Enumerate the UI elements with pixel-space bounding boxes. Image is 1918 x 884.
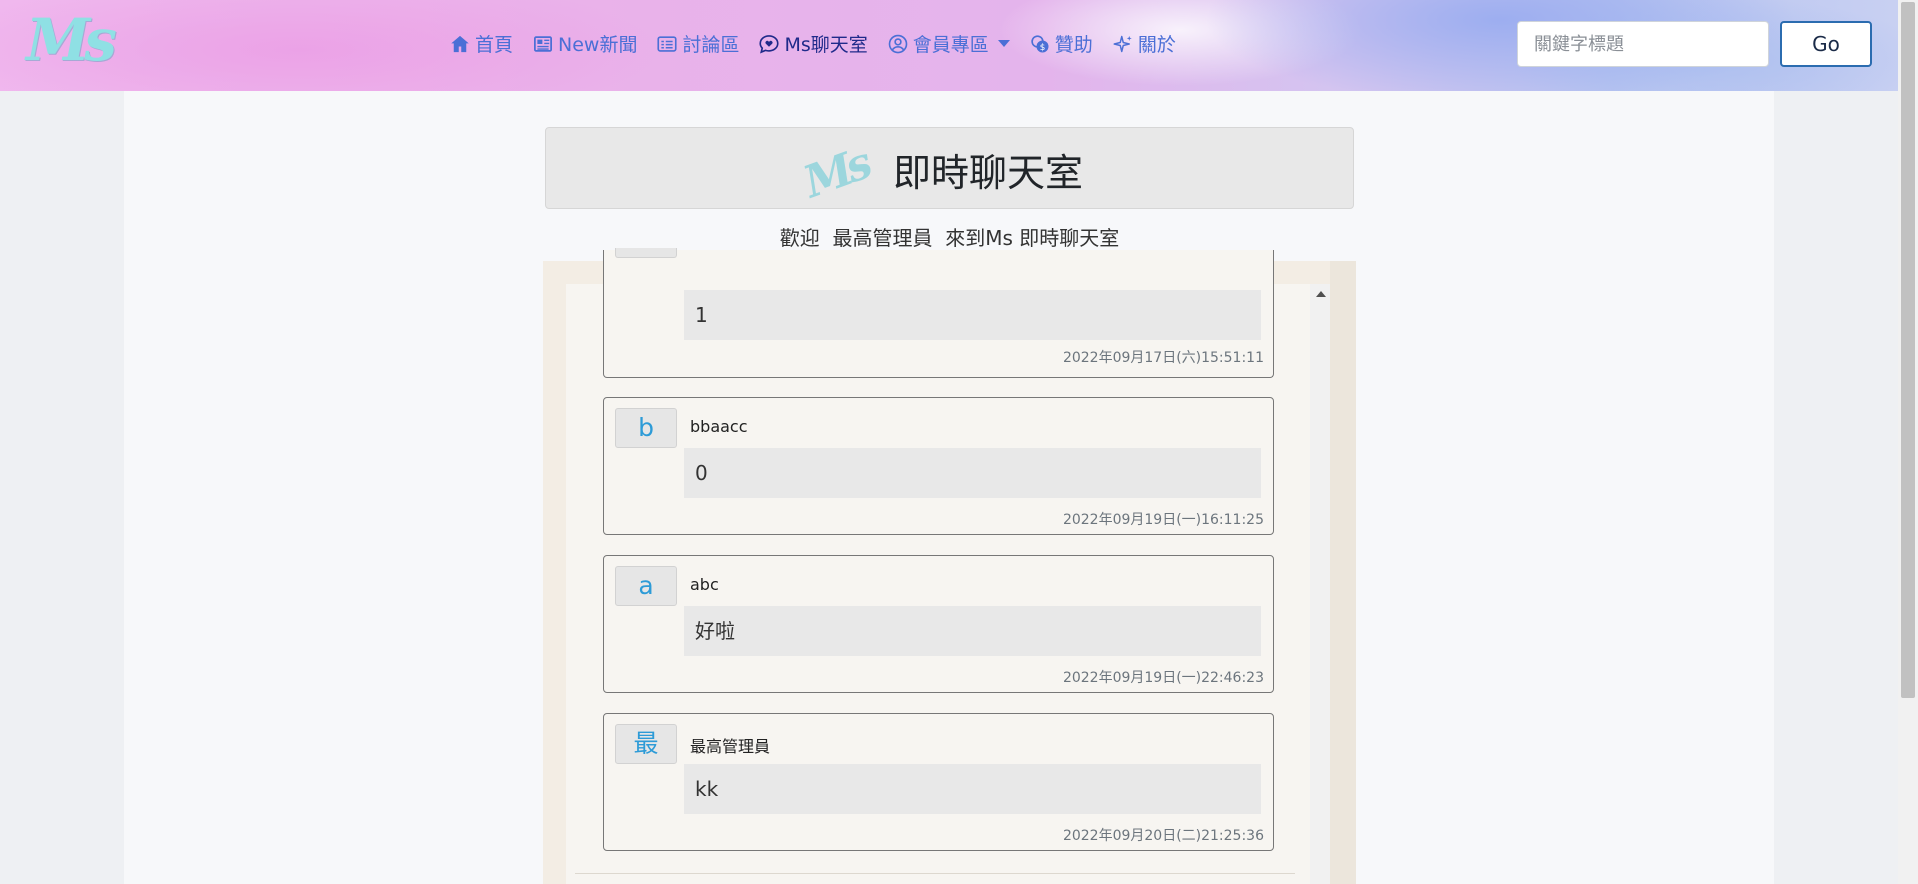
page-title: 即時聊天室 xyxy=(893,151,1084,195)
welcome-text: 歡迎 最高管理員 來到Ms 即時聊天室 xyxy=(779,226,1120,250)
nav-item-news[interactable]: New新聞 xyxy=(533,30,637,57)
message-timestamp: 2022年09月19日(一)22:46:23 xyxy=(1062,670,1264,686)
message-body: kk xyxy=(684,764,1261,814)
message-body: 好啦 xyxy=(684,606,1261,656)
search-input[interactable] xyxy=(1517,21,1769,67)
nav-item-home[interactable]: 首頁 xyxy=(450,30,513,57)
newspaper-icon xyxy=(534,35,553,52)
nav-item-label: 討論區 xyxy=(682,34,740,56)
message-timestamp: 2022年09月17日(六)15:51:11 xyxy=(1062,350,1264,366)
nav-links: 首頁 New新聞 討論區 Ms聊天室 會員專區 $ 贊助 關於 xyxy=(450,30,1196,57)
chat-frame-wall xyxy=(1330,261,1356,884)
chat-message: b bbaacc 0 2022年09月19日(一)16:11:25 xyxy=(603,397,1274,535)
avatar: b xyxy=(615,408,677,448)
page-scrollbar-thumb[interactable] xyxy=(1901,2,1915,698)
chat-message: 1 2022年09月17日(六)15:51:11 xyxy=(603,248,1274,378)
nav-item-label: Ms聊天室 xyxy=(784,34,868,56)
chat-message: 最 最高管理員 kk 2022年09月20日(二)21:25:36 xyxy=(603,713,1274,851)
person-circle-icon xyxy=(888,34,908,53)
nav-item-chatroom[interactable]: Ms聊天室 xyxy=(759,30,868,57)
avatar: a xyxy=(615,566,677,606)
go-button[interactable]: Go xyxy=(1780,21,1872,67)
chat-message: a abc 好啦 2022年09月19日(一)22:46:23 xyxy=(603,555,1274,693)
nav-item-label: 會員專區 xyxy=(912,34,989,56)
nav-item-label: 關於 xyxy=(1137,34,1176,56)
navbar: Ms 首頁 New新聞 討論區 Ms聊天室 會員專區 $ 贊助 關於 關鍵字標題… xyxy=(0,0,1898,91)
message-username: abc xyxy=(690,575,719,594)
nav-item-label: New新聞 xyxy=(558,34,638,56)
chevron-down-icon xyxy=(997,40,1010,47)
sparkle-icon xyxy=(1113,35,1132,52)
coins-icon: $ xyxy=(1031,34,1049,52)
scroll-up-arrow-icon[interactable] xyxy=(1316,291,1326,297)
right-gutter xyxy=(1774,91,1898,884)
nav-item-label: 首頁 xyxy=(475,34,514,56)
card-list-icon xyxy=(657,35,678,52)
left-gutter xyxy=(0,91,124,884)
nav-item-member[interactable]: 會員專區 xyxy=(888,30,1010,57)
home-icon xyxy=(451,35,469,52)
nav-item-forum[interactable]: 討論區 xyxy=(657,30,739,57)
chatroom-logo: Ms xyxy=(797,138,875,209)
avatar xyxy=(615,248,677,258)
divider xyxy=(575,873,1295,874)
nav-item-about[interactable]: 關於 xyxy=(1113,30,1176,57)
message-timestamp: 2022年09月19日(一)16:11:25 xyxy=(1062,512,1264,528)
message-body: 0 xyxy=(684,448,1261,498)
message-timestamp: 2022年09月20日(二)21:25:36 xyxy=(1062,828,1264,844)
brand-logo[interactable]: Ms xyxy=(26,6,117,74)
nav-item-sponsor[interactable]: $ 贊助 xyxy=(1030,30,1093,57)
chat-scrollbar[interactable] xyxy=(1310,284,1330,884)
nav-item-label: 贊助 xyxy=(1054,34,1093,56)
message-username: 最高管理員 xyxy=(690,737,771,756)
chatroom-header: Ms 即時聊天室 xyxy=(545,127,1354,209)
avatar: 最 xyxy=(615,724,677,764)
message-username: bbaacc xyxy=(690,417,748,436)
svg-text:$: $ xyxy=(1040,42,1046,52)
chat-heart-icon xyxy=(759,34,780,53)
message-body: 1 xyxy=(684,290,1261,340)
